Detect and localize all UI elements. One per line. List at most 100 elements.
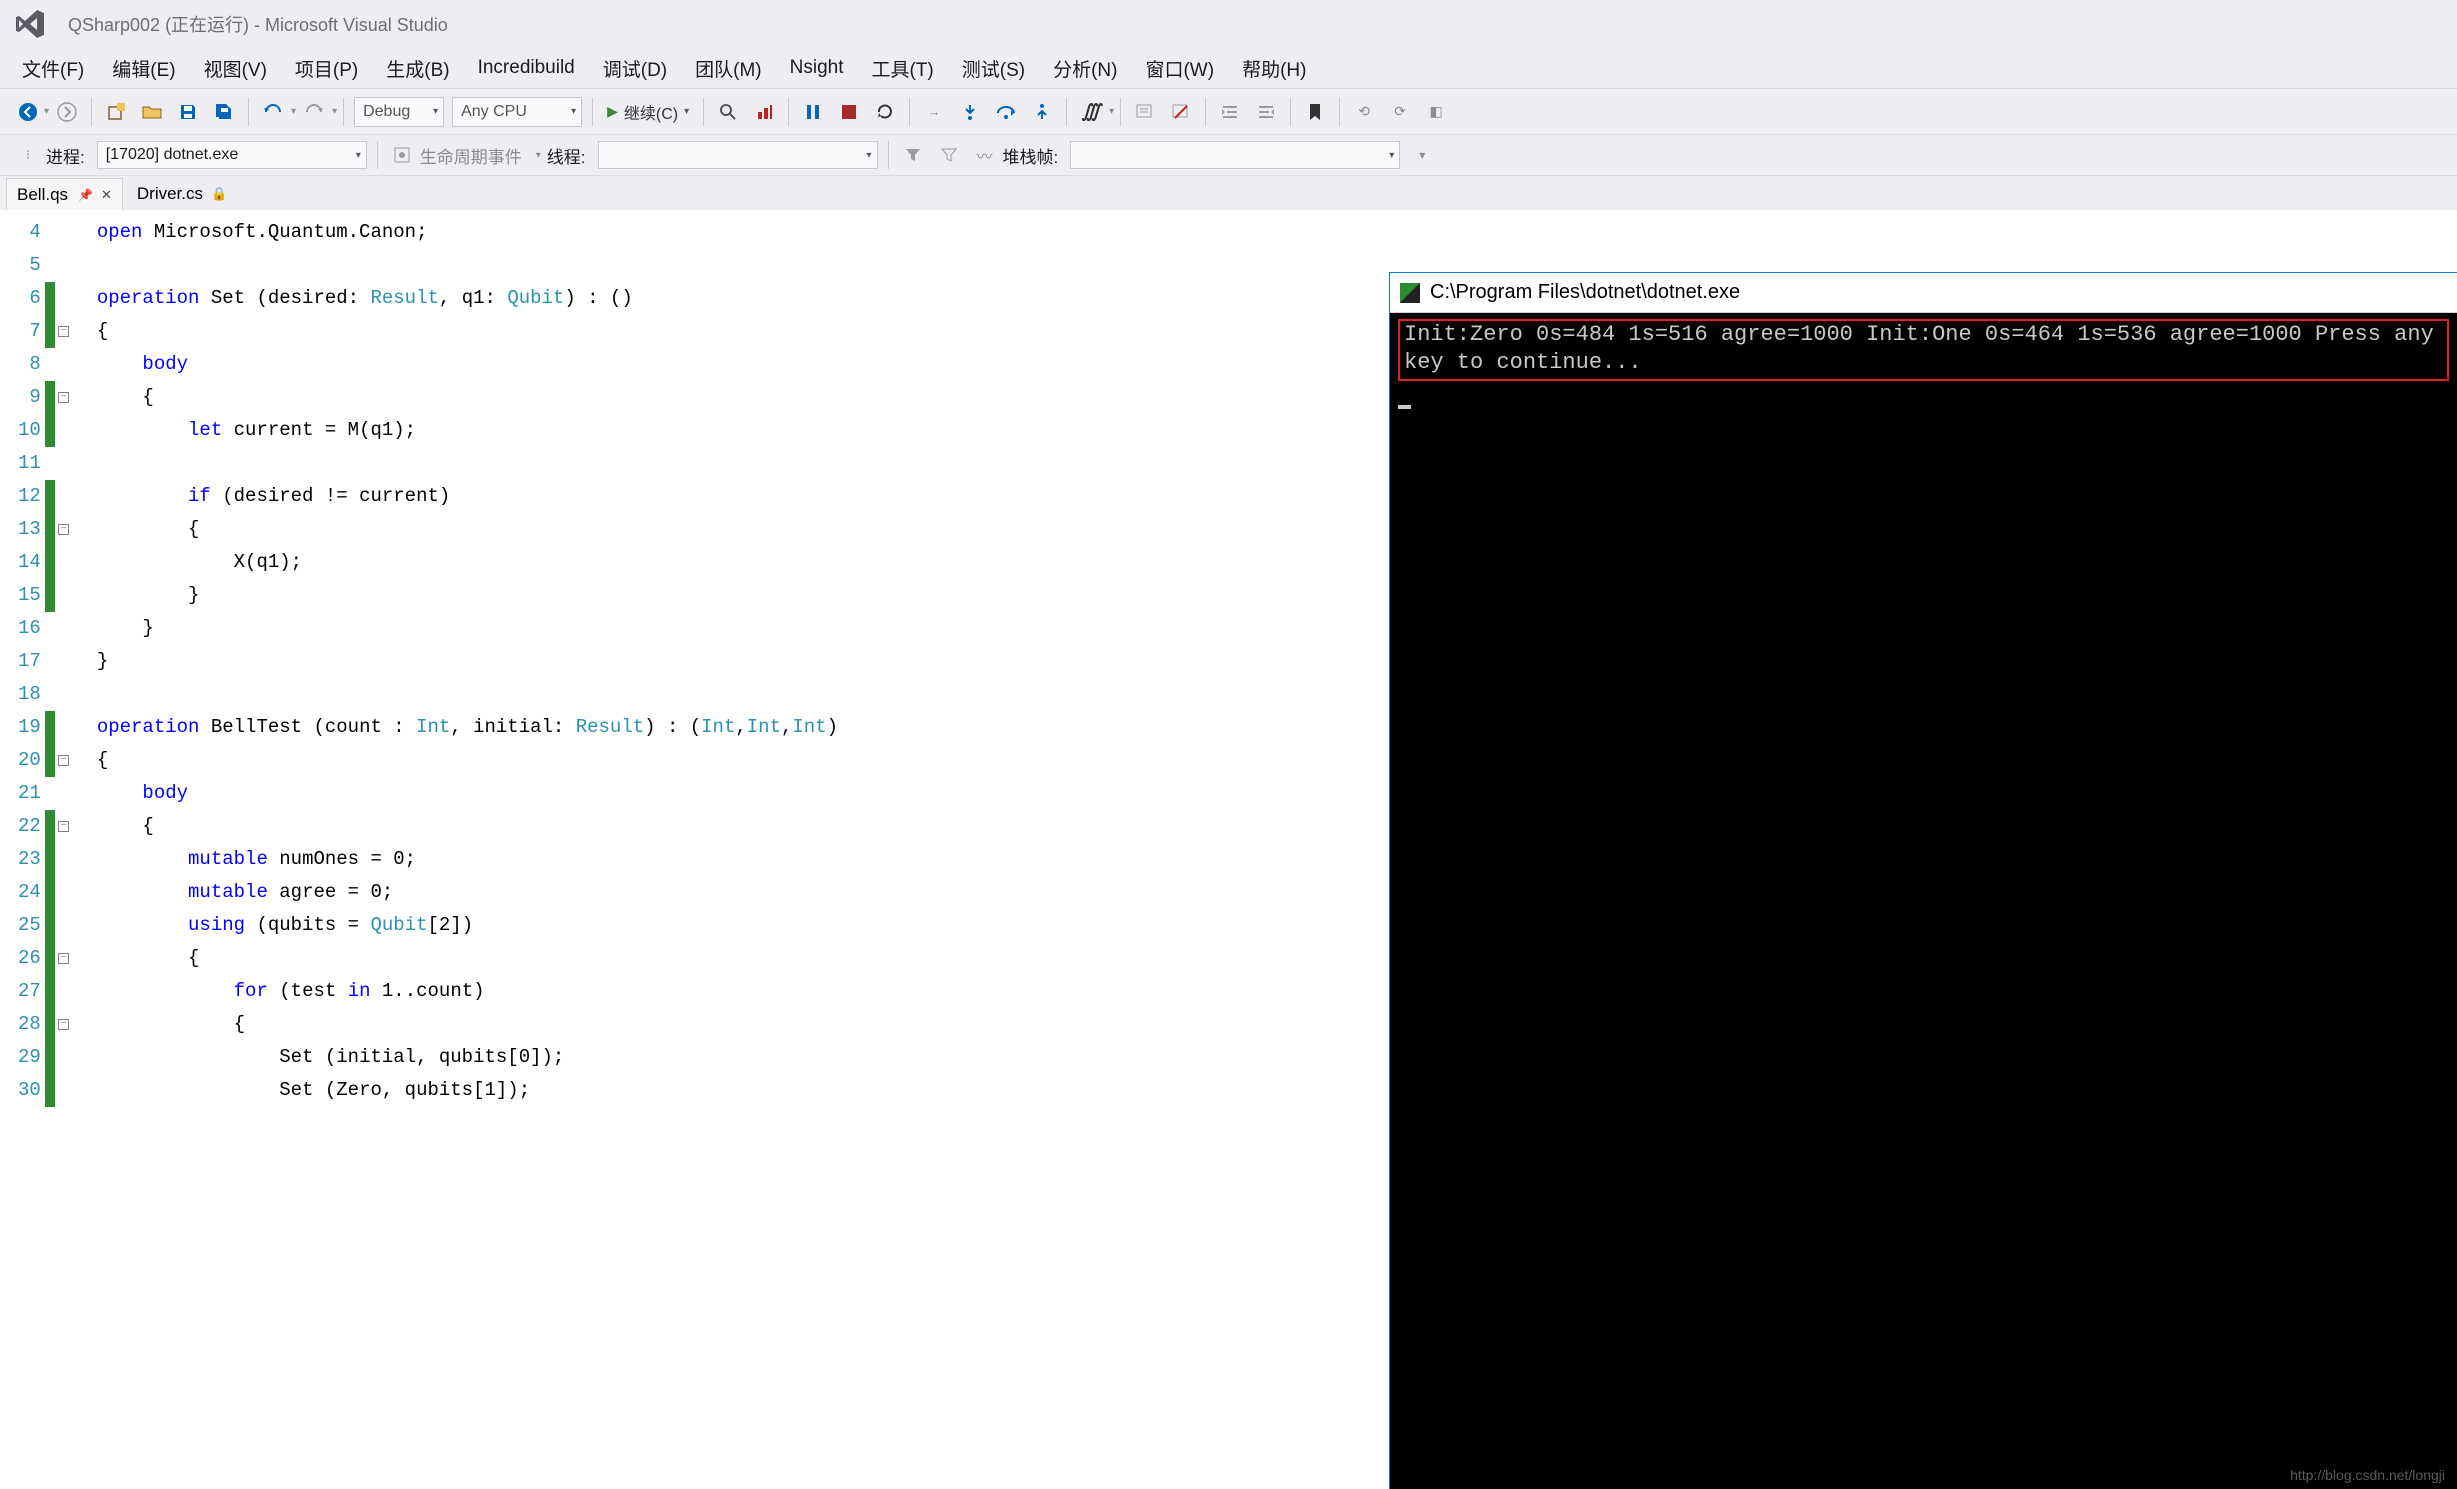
change-markers <box>45 210 55 1489</box>
toolbar-separator <box>343 98 344 126</box>
outdent-button[interactable] <box>1214 96 1246 128</box>
waves-icon[interactable]: 〰 <box>969 139 1001 171</box>
console-cursor <box>1398 405 1411 409</box>
toolbar-separator <box>1205 98 1206 126</box>
stackframe-ext-icon[interactable]: ▾ <box>1406 139 1438 171</box>
platform-dropdown[interactable]: Any CPU <box>452 97 582 127</box>
menu-analyze[interactable]: 分析(N) <box>1039 49 1131 88</box>
thread-dropdown[interactable] <box>598 141 878 169</box>
redo-dropdown-icon[interactable]: ▾ <box>332 106 337 117</box>
menu-window[interactable]: 窗口(W) <box>1131 49 1228 88</box>
menu-file[interactable]: 文件(F) <box>8 49 98 88</box>
find-button[interactable] <box>712 96 744 128</box>
debug-toolbar: ⁝ 进程: [17020] dotnet.exe 生命周期事件 ▾ 线程: 〰 … <box>0 134 2457 176</box>
process-dropdown[interactable]: [17020] dotnet.exe <box>97 141 367 169</box>
stackframe-dropdown[interactable] <box>1070 141 1400 169</box>
indent-button[interactable] <box>1250 96 1282 128</box>
comment-button[interactable] <box>1129 96 1161 128</box>
watermark: http://blog.csdn.net/longji <box>2290 1467 2445 1483</box>
filter1-icon[interactable] <box>897 139 929 171</box>
titlebar: QSharp002 (正在运行) - Microsoft Visual Stud… <box>0 0 2457 48</box>
console-line: Init:One 0s=464 1s=536 agree=1000 <box>1866 322 2302 347</box>
nav-forward-button[interactable] <box>51 96 83 128</box>
menu-incredibuild[interactable]: Incredibuild <box>464 51 589 85</box>
undo-button[interactable] <box>257 96 289 128</box>
stackframe-label: 堆栈帧: <box>1003 143 1059 168</box>
continue-label: 继续(C) <box>624 100 678 124</box>
toolbar-separator <box>1339 98 1340 126</box>
lifecycle-icon <box>386 139 418 171</box>
toolbar-separator <box>91 98 92 126</box>
menu-team[interactable]: 团队(M) <box>681 49 775 88</box>
lifecycle-dropdown-icon[interactable]: ▾ <box>536 150 541 161</box>
tab-driver-cs[interactable]: Driver.cs 🔒 <box>127 178 237 210</box>
line-number-gutter: 4567891011121314151617181920212223242526… <box>0 210 45 1489</box>
menu-view[interactable]: 视图(V) <box>190 49 281 88</box>
intellitrace-dropdown-icon[interactable]: ▾ <box>1109 106 1114 117</box>
console-output: Init:Zero 0s=484 1s=516 agree=1000 Init:… <box>1390 313 2457 415</box>
console-title-text: C:\Program Files\dotnet\dotnet.exe <box>1430 281 1740 304</box>
save-all-button[interactable] <box>208 96 240 128</box>
thread-label: 线程: <box>547 143 586 168</box>
misc1-button[interactable]: ⟲ <box>1348 96 1380 128</box>
menu-project[interactable]: 项目(P) <box>281 49 372 88</box>
toolbar-separator <box>1066 98 1067 126</box>
menu-help[interactable]: 帮助(H) <box>1228 49 1320 88</box>
step-over-button[interactable] <box>990 96 1022 128</box>
config-dropdown[interactable]: Debug <box>354 97 444 127</box>
step-out-button[interactable] <box>1026 96 1058 128</box>
step-into-button[interactable] <box>954 96 986 128</box>
menu-build[interactable]: 生成(B) <box>372 49 463 88</box>
new-item-button[interactable] <box>100 96 132 128</box>
misc3-button[interactable]: ◧ <box>1420 96 1452 128</box>
undo-dropdown-icon[interactable]: ▾ <box>291 106 296 117</box>
menu-nsight[interactable]: Nsight <box>776 51 858 85</box>
tab-label: Bell.qs <box>17 185 68 205</box>
toolbar-separator <box>1120 98 1121 126</box>
pause-button[interactable] <box>797 96 829 128</box>
fold-gutter[interactable]: −−−−−−− <box>55 210 73 1489</box>
menu-edit[interactable]: 编辑(E) <box>98 49 189 88</box>
vs-logo-icon <box>10 4 50 44</box>
stop-button[interactable] <box>833 96 865 128</box>
breakpoints-button[interactable] <box>748 96 780 128</box>
menu-debug[interactable]: 调试(D) <box>589 49 681 88</box>
bookmark-button[interactable] <box>1299 96 1331 128</box>
nav-back-dropdown-icon[interactable]: ▾ <box>44 106 49 117</box>
filter2-icon[interactable] <box>933 139 965 171</box>
toolbar-separator <box>888 141 889 169</box>
redo-button[interactable] <box>298 96 330 128</box>
process-label: 进程: <box>46 143 85 168</box>
show-next-statement-button[interactable]: → <box>918 96 950 128</box>
uncomment-button[interactable] <box>1165 96 1197 128</box>
nav-back-button[interactable] <box>12 96 44 128</box>
lock-icon: 🔒 <box>211 186 227 202</box>
menubar: 文件(F) 编辑(E) 视图(V) 项目(P) 生成(B) Incredibui… <box>0 48 2457 88</box>
console-line: Init:Zero 0s=484 1s=516 agree=1000 <box>1404 322 1853 347</box>
play-icon: ▶ <box>607 103 618 120</box>
misc2-button[interactable]: ⟳ <box>1384 96 1416 128</box>
menu-tools[interactable]: 工具(T) <box>857 49 947 88</box>
toolbar-separator <box>1290 98 1291 126</box>
toolbar-separator <box>788 98 789 126</box>
pin-icon[interactable]: 📌 <box>78 188 93 202</box>
toolbar-separator <box>703 98 704 126</box>
close-icon[interactable]: ✕ <box>101 187 112 203</box>
toolbar-separator <box>248 98 249 126</box>
menu-test[interactable]: 测试(S) <box>948 49 1039 88</box>
console-window[interactable]: C:\Program Files\dotnet\dotnet.exe Init:… <box>1389 272 2457 1489</box>
lifecycle-label: 生命周期事件 <box>420 143 522 168</box>
app-window: QSharp002 (正在运行) - Microsoft Visual Stud… <box>0 0 2457 1489</box>
console-titlebar[interactable]: C:\Program Files\dotnet\dotnet.exe <box>1390 273 2457 313</box>
intellitrace-button[interactable]: ∭ <box>1075 96 1107 128</box>
tab-bell-qs[interactable]: Bell.qs 📌 ✕ <box>6 178 123 210</box>
window-title: QSharp002 (正在运行) - Microsoft Visual Stud… <box>68 11 448 37</box>
open-file-button[interactable] <box>136 96 168 128</box>
console-icon <box>1400 283 1420 303</box>
restart-button[interactable] <box>869 96 901 128</box>
toolbar-separator <box>377 141 378 169</box>
toolbar-separator <box>909 98 910 126</box>
handle-icon: ⁝ <box>12 139 44 171</box>
continue-button[interactable]: ▶ 继续(C) <box>599 97 697 127</box>
save-button[interactable] <box>172 96 204 128</box>
